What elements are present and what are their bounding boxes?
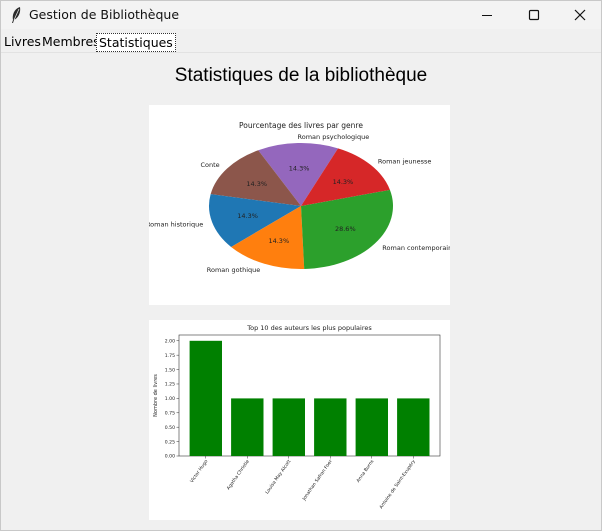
tab-livres[interactable]: Livres xyxy=(2,33,43,52)
bar xyxy=(189,340,222,456)
x-tick-label: Agatha Christie xyxy=(226,459,251,492)
bar xyxy=(231,398,264,456)
pie-chart: Pourcentage des livres par genre 14.3% Rom… xyxy=(146,121,452,274)
y-tick-label: 2.00 xyxy=(165,338,175,344)
bar-chart-title: Top 10 des auteurs les plus populaires xyxy=(246,324,372,332)
close-icon xyxy=(574,9,586,21)
y-tick-label: 0.25 xyxy=(165,439,175,445)
tab-statistiques[interactable]: Statistiques xyxy=(96,33,176,52)
pie-percent-label: 14.3% xyxy=(289,165,310,173)
minimize-button[interactable] xyxy=(464,1,510,29)
y-tick-label: 1.00 xyxy=(165,396,175,402)
x-tick-label: Antoine de Saint-Exupéry xyxy=(378,458,418,510)
y-tick-label: 0.75 xyxy=(165,410,175,416)
y-tick-label: 1.75 xyxy=(165,353,175,359)
title-bar[interactable]: Gestion de Bibliothèque xyxy=(1,1,601,29)
x-tick-label: Victor Hugo xyxy=(189,459,209,485)
y-tick-label: 1.50 xyxy=(165,367,175,373)
pie-slice-label: Roman contemporain xyxy=(382,244,450,252)
pie-slice-label: Roman jeunesse xyxy=(378,157,432,165)
tab-bar: Livres Membres Statistiques xyxy=(1,31,601,53)
pie-slice-label: Roman gothique xyxy=(207,266,261,274)
pie-percent-label: 28.6% xyxy=(335,225,356,233)
maximize-button[interactable] xyxy=(511,1,557,29)
pie-slice-label: Conte xyxy=(201,161,220,169)
pie-percent-label: 14.3% xyxy=(246,180,267,188)
y-tick-label: 0.50 xyxy=(165,425,175,431)
app-window: Gestion de Bibliothèque Livres Membres S… xyxy=(0,0,602,531)
pie-slice-label: Roman psychologique xyxy=(298,133,370,141)
window-title: Gestion de Bibliothèque xyxy=(29,7,180,22)
pie-chart-panel: Pourcentage des livres par genre 14.3% Rom… xyxy=(146,105,452,305)
x-tick-label: Jonathan Safran Foer xyxy=(301,459,334,503)
pie-title: Pourcentage des livres par genre xyxy=(239,121,363,130)
feather-icon xyxy=(12,7,21,23)
bar xyxy=(355,398,388,456)
minimize-icon xyxy=(482,15,492,16)
bar xyxy=(272,398,305,456)
pie-percent-label: 14.3% xyxy=(333,178,354,186)
bar xyxy=(397,398,430,456)
tab-membres[interactable]: Membres xyxy=(40,33,102,52)
x-tick-label: Louisa May Alcott xyxy=(264,459,292,496)
pie-percent-label: 14.3% xyxy=(237,212,258,220)
bar xyxy=(314,398,347,456)
bar-chart: Top 10 des auteurs les plus populaires 0.… xyxy=(153,324,441,510)
pie-percent-label: 14.3% xyxy=(268,237,289,245)
y-axis-label: Nombre de livres xyxy=(153,374,159,417)
maximize-icon xyxy=(528,9,540,21)
y-tick-label: 0.00 xyxy=(165,454,175,460)
x-tick-label: Anna Burns xyxy=(355,458,375,484)
page-title: Statistiques de la bibliothèque xyxy=(174,65,428,86)
pie-slice-label: Roman historique xyxy=(149,220,203,228)
bar-chart-panel: Top 10 des auteurs les plus populaires 0.… xyxy=(149,320,450,520)
close-button[interactable] xyxy=(557,1,602,29)
y-tick-label: 1.25 xyxy=(165,382,175,388)
